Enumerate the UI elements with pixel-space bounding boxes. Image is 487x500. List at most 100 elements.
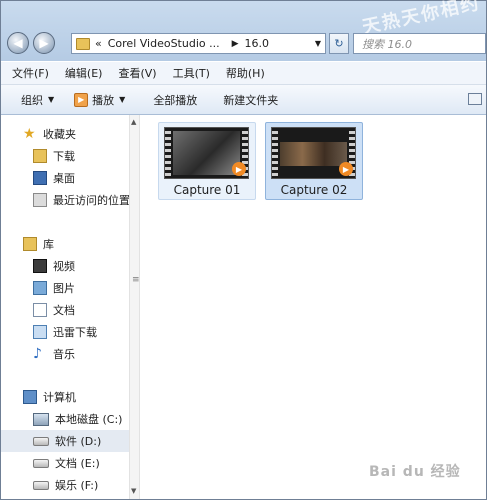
nav-desktop-label: 桌面 [53,172,75,185]
nav-documents-label: 文档 [53,304,75,317]
system-drive-icon [33,412,49,426]
thumbnail-frame [280,142,347,166]
menu-bar: 文件(F) 编辑(E) 查看(V) 工具(T) 帮助(H) [1,62,486,85]
nav-music[interactable]: ♪ 音乐 [1,343,129,365]
play-all-button[interactable]: 全部播放 [153,92,197,108]
address-dropdown-icon[interactable]: ▼ [315,39,321,48]
nav-favorites[interactable]: ★ 收藏夹 [1,123,129,145]
thumbnail-frame [173,131,240,175]
drive-icon [33,436,49,446]
back-button[interactable]: ◀ [7,32,29,54]
nav-libraries-label: 库 [43,238,54,251]
nav-desktop[interactable]: 桌面 [1,167,129,189]
nav-computer[interactable]: 计算机 [1,386,129,408]
forward-button[interactable]: ▶ [33,32,55,54]
computer-icon [23,390,37,404]
film-strip-left [165,128,171,178]
file-item-capture-02[interactable]: ▶ Capture 02 [265,122,363,200]
play-button[interactable]: ▶ 播放 ▼ [74,92,125,108]
nav-pictures[interactable]: 图片 [1,277,129,299]
nav-drive-c-label: 本地磁盘 (C:) [55,413,123,426]
download-folder-icon [33,149,47,163]
breadcrumb-separator-icon[interactable]: ▶ [232,39,239,49]
drive-icon [33,480,49,490]
nav-drive-e[interactable]: 文档 (E:) [1,452,129,474]
documents-library-icon [33,303,47,317]
file-name: Capture 01 [173,183,241,197]
back-arrow-icon: ◀ [13,36,23,50]
toolbar: 组织 ▼ ▶ 播放 ▼ 全部播放 新建文件夹 [1,85,486,115]
nav-pictures-label: 图片 [53,282,75,295]
drive-icon [33,458,49,468]
nav-drive-c[interactable]: 本地磁盘 (C:) [1,408,129,430]
music-note-icon: ♪ [33,346,42,362]
search-input[interactable]: 搜索 16.0 [353,33,486,54]
menu-view[interactable]: 查看(V) [118,65,156,81]
explorer-window: 天热天你相约 ◀ ▶ « Corel VideoStudio ... ▶ 16.… [0,0,487,500]
play-icon: ▶ [74,92,89,107]
video-thumbnail: ▶ [271,127,356,179]
organize-label: 组织 [21,93,43,107]
xunlei-download-icon [33,325,47,339]
play-label: 播放 [92,93,115,107]
search-placeholder: 搜索 16.0 [362,37,412,51]
menu-edit[interactable]: 编辑(E) [65,65,103,81]
desktop-icon [33,171,47,185]
film-strip-left [272,128,278,178]
file-list: ▶ Capture 01 ▶ Capture 02 [141,115,486,499]
chevron-down-icon: ▼ [48,95,55,104]
scroll-down-icon[interactable]: ▼ [131,487,136,495]
video-library-icon [33,259,47,273]
nav-drive-d-label: 软件 (D:) [55,435,102,448]
organize-button[interactable]: 组织 ▼ [21,92,54,108]
nav-videos[interactable]: 视频 [1,255,129,277]
forward-arrow-icon: ▶ [39,36,49,50]
change-view-icon[interactable] [468,93,482,105]
nav-drive-d[interactable]: 软件 (D:) [1,430,129,452]
nav-downloads-label: 下载 [53,150,75,163]
nav-documents[interactable]: 文档 [1,299,129,321]
nav-pane-scrollbar[interactable]: ▲ ≡ ▼ [129,115,140,499]
breadcrumb-corel[interactable]: Corel VideoStudio ... [108,37,220,50]
nav-xunlei[interactable]: 迅雷下载 [1,321,129,343]
nav-downloads[interactable]: 下载 [1,145,129,167]
nav-videos-label: 视频 [53,260,75,273]
menu-file[interactable]: 文件(F) [12,65,49,81]
nav-recent-label: 最近访问的位置 [53,194,129,207]
title-bar: 天热天你相约 ◀ ▶ « Corel VideoStudio ... ▶ 16.… [1,0,486,61]
breadcrumb-current[interactable]: 16.0 [245,37,270,50]
breadcrumb-overflow[interactable]: « [95,37,102,50]
folder-icon [76,37,90,50]
address-bar[interactable]: « Corel VideoStudio ... ▶ 16.0 ▼ [71,33,326,54]
refresh-icon: ↻ [334,37,344,50]
baidu-watermark: Bai du 经验 [369,464,461,480]
menu-help[interactable]: 帮助(H) [226,65,265,81]
file-name: Capture 02 [280,183,348,197]
play-badge-icon: ▶ [339,162,353,176]
file-item-capture-01[interactable]: ▶ Capture 01 [158,122,256,200]
nav-drive-e-label: 文档 (E:) [55,457,100,470]
recent-places-icon [33,193,47,207]
pictures-library-icon [33,281,47,295]
navigation-pane: ★ 收藏夹 下载 桌面 最近访问的位置 库 视频 图片 文档 迅雷下载 ♪ 音乐… [1,115,129,499]
nav-drive-f[interactable]: 娱乐 (F:) [1,474,129,496]
new-folder-button[interactable]: 新建文件夹 [223,92,278,108]
nav-drive-f-label: 娱乐 (F:) [55,479,99,492]
nav-music-label: 音乐 [53,348,75,361]
menu-tools[interactable]: 工具(T) [173,65,210,81]
nav-xunlei-label: 迅雷下载 [53,326,97,339]
star-icon: ★ [23,126,36,142]
nav-recent[interactable]: 最近访问的位置 [1,189,129,211]
chevron-down-icon: ▼ [119,95,126,104]
nav-computer-label: 计算机 [43,391,76,404]
nav-favorites-label: 收藏夹 [43,128,76,141]
scroll-up-icon[interactable]: ▲ [131,118,136,126]
video-thumbnail: ▶ [164,127,249,179]
play-badge-icon: ▶ [232,162,246,176]
nav-libraries[interactable]: 库 [1,233,129,255]
new-folder-label: 新建文件夹 [223,93,279,107]
refresh-button[interactable]: ↻ [329,33,349,54]
scroll-grip-icon[interactable]: ≡ [132,275,140,285]
library-icon [23,237,37,251]
play-all-label: 全部播放 [153,93,198,107]
